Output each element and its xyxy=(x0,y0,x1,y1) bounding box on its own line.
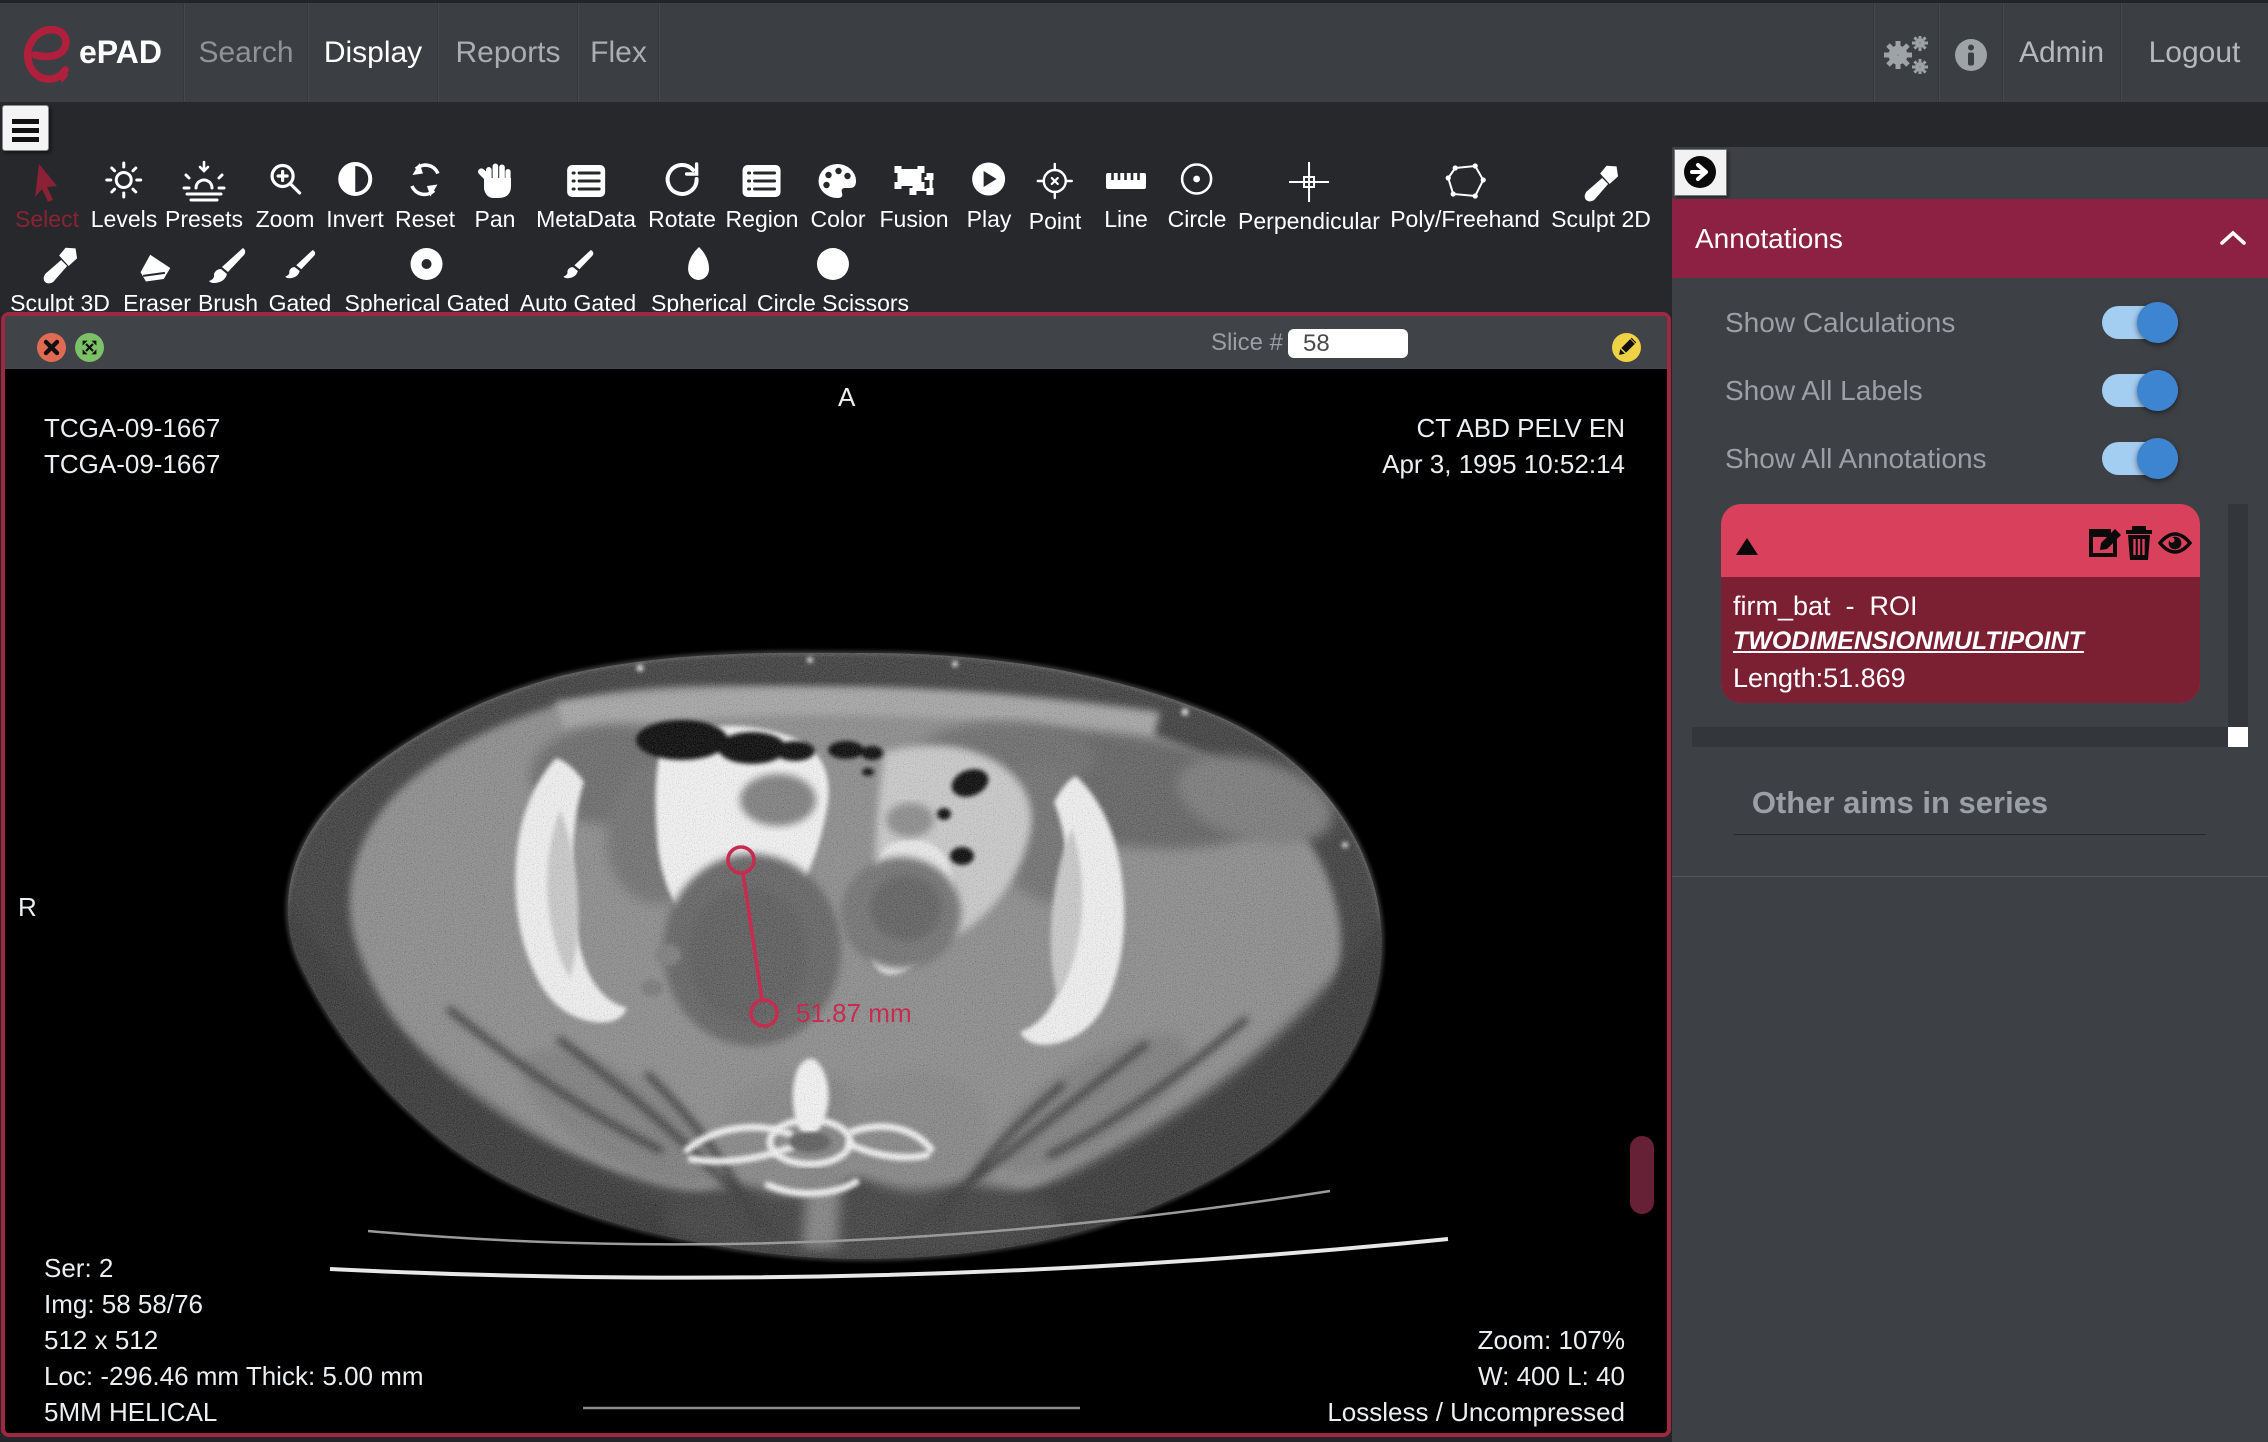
svg-text:51.87 mm: 51.87 mm xyxy=(796,998,912,1028)
